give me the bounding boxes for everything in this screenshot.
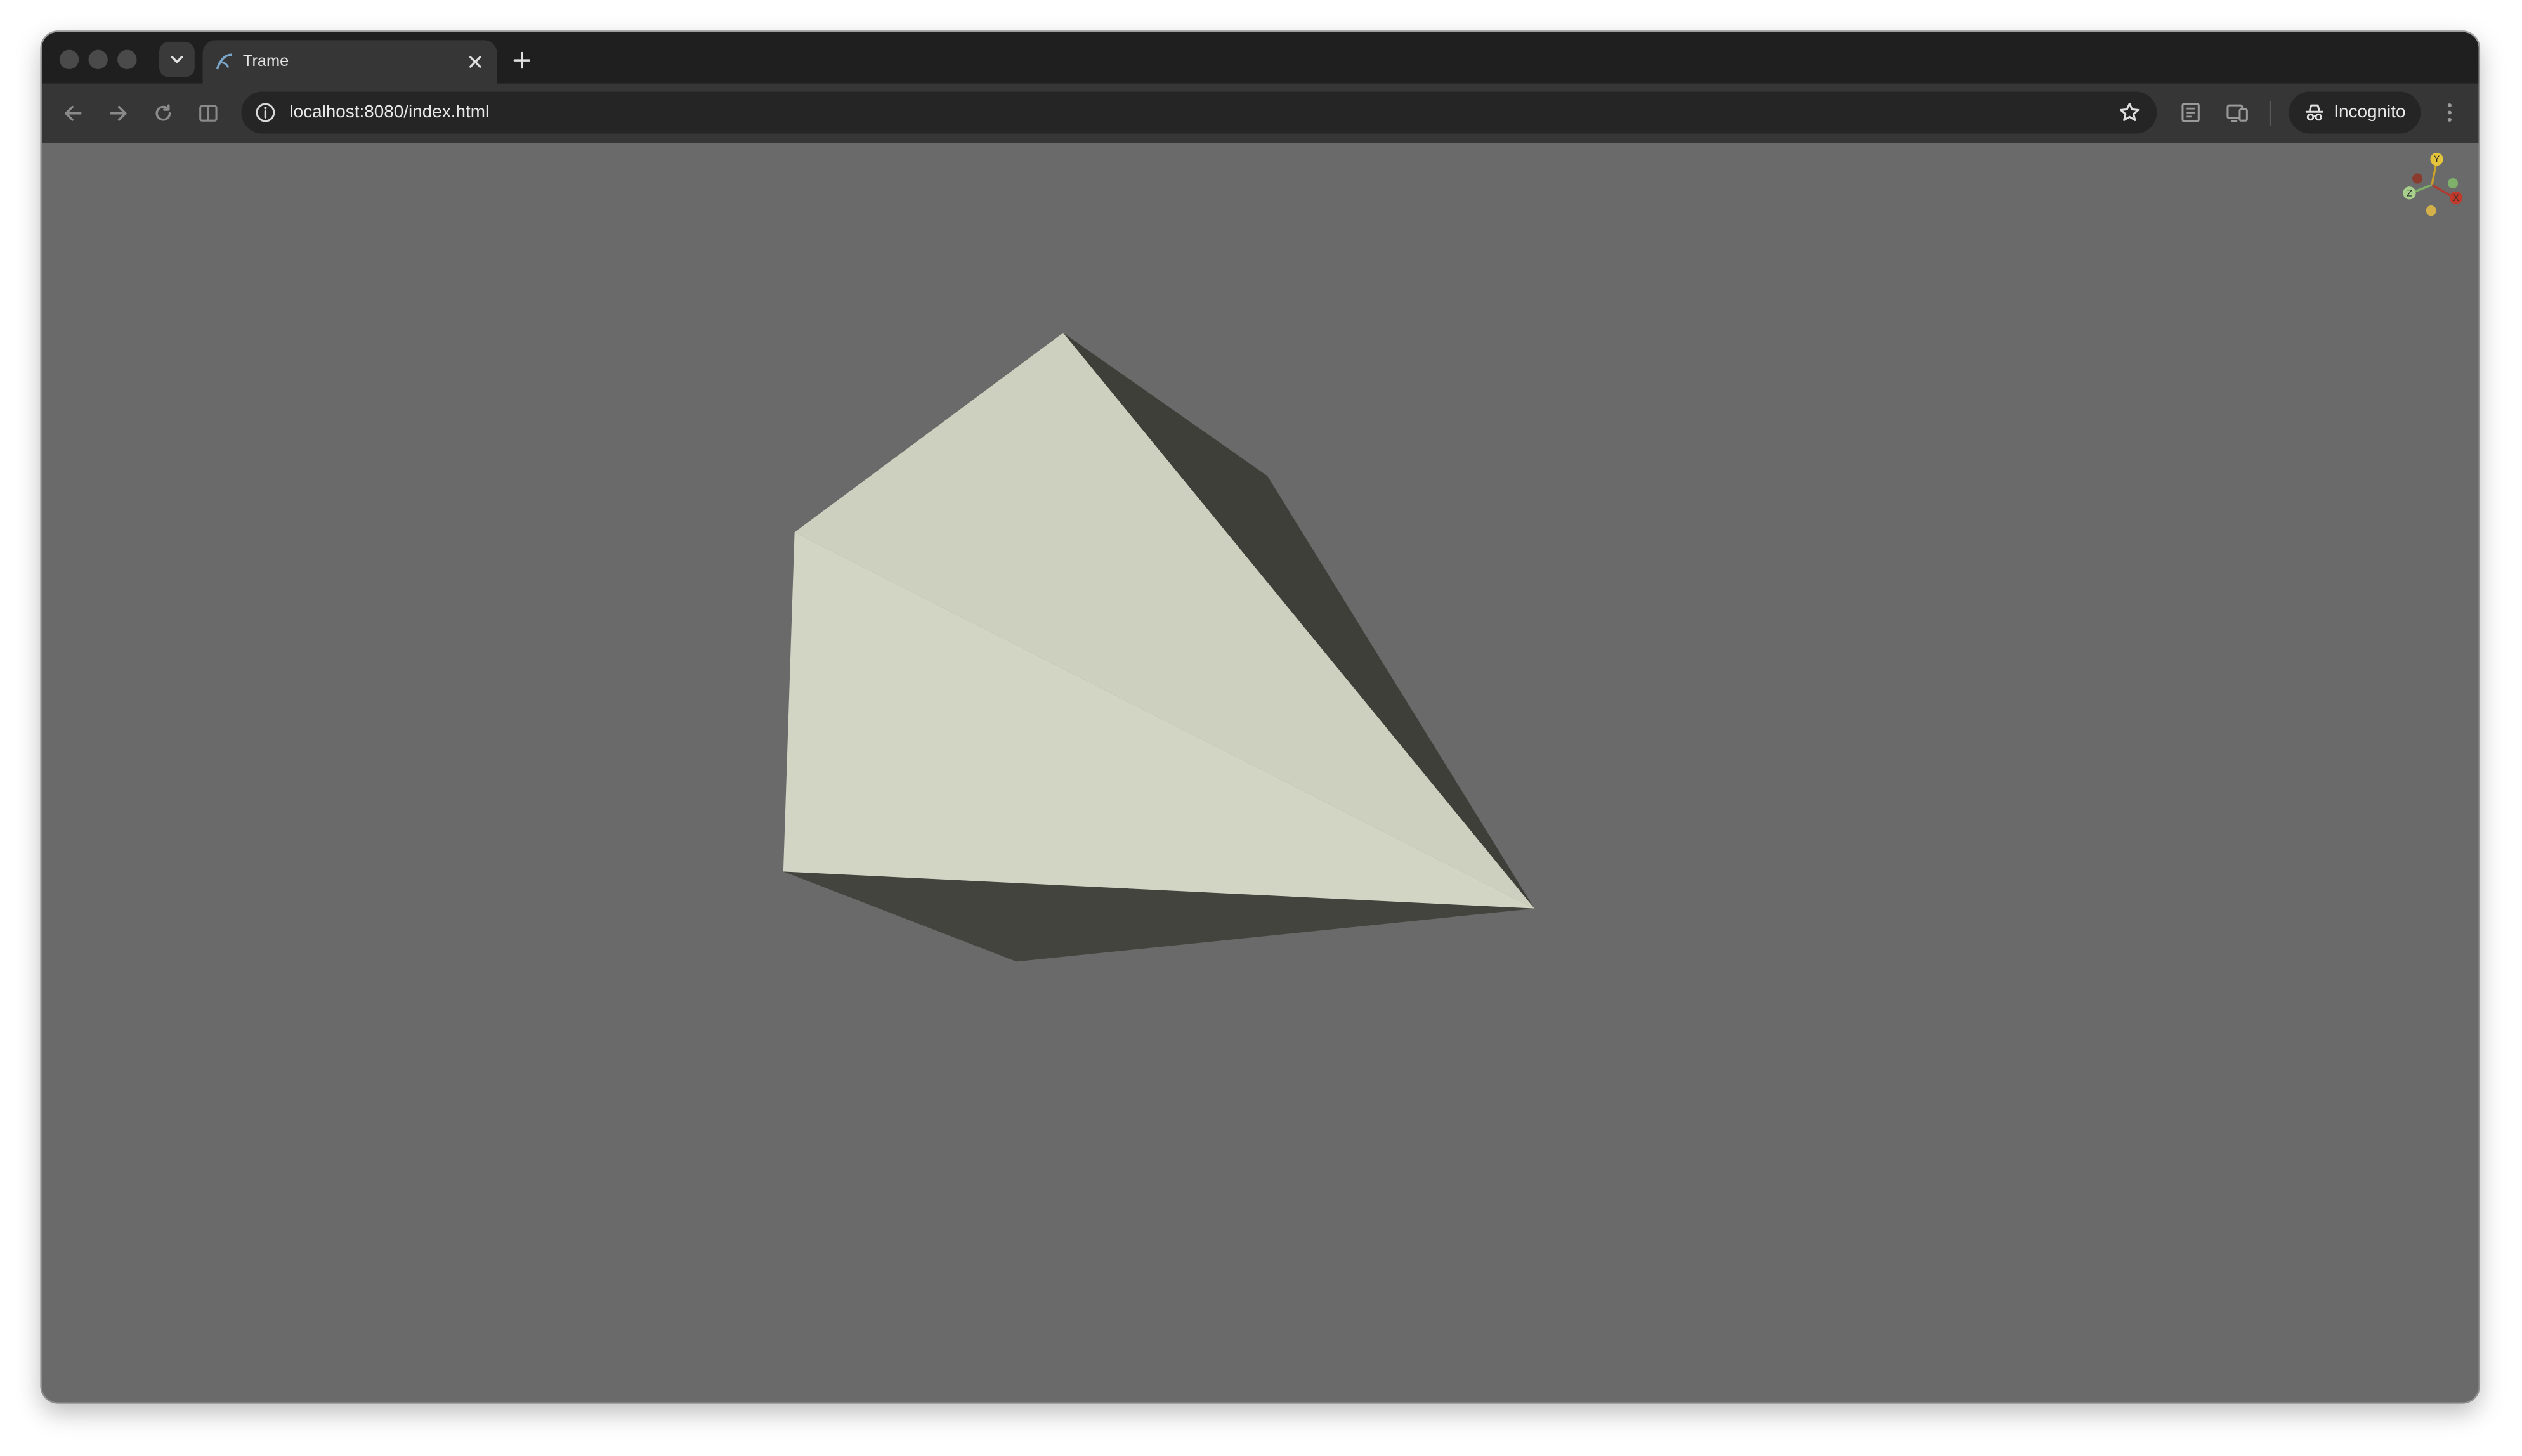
split-view-button[interactable]: [195, 100, 221, 126]
info-icon[interactable]: [254, 101, 277, 124]
trame-favicon-icon: [216, 53, 232, 70]
axis-neg-x-marker: [2412, 173, 2423, 184]
url-text[interactable]: localhost:8080/index.html: [289, 101, 489, 124]
axis-z-label: Z: [2407, 188, 2413, 198]
axis-x-label: X: [2453, 193, 2459, 204]
incognito-label: Incognito: [2334, 103, 2406, 122]
zoom-window-button[interactable]: [117, 49, 137, 70]
device-icon[interactable]: [2225, 100, 2251, 126]
chevron-down-icon: [171, 56, 183, 63]
reload-icon: [155, 103, 171, 120]
tab-title: Trame: [242, 53, 289, 71]
3d-scene[interactable]: [42, 143, 2479, 1402]
split-view-icon: [198, 104, 217, 121]
reading-list-icon[interactable]: [2178, 100, 2204, 126]
reload-button[interactable]: [150, 100, 176, 126]
tab-trame[interactable]: Trame: [202, 40, 497, 84]
axis-neg-y-marker: [2426, 205, 2436, 216]
toolbar-divider: [2269, 101, 2271, 126]
more-menu-icon[interactable]: [2438, 100, 2460, 126]
orientation-axes-widget[interactable]: Y X Z: [2390, 146, 2471, 227]
plus-icon: [513, 51, 530, 68]
close-window-button[interactable]: [59, 49, 79, 70]
window-controls: [59, 49, 137, 70]
forward-button[interactable]: [105, 100, 131, 126]
axis-neg-z-marker: [2447, 178, 2459, 189]
arrow-left-icon: [63, 105, 81, 120]
render-viewport[interactable]: Y X Z: [41, 143, 2479, 1403]
arrow-right-icon: [108, 105, 126, 120]
axis-y-label: Y: [2433, 155, 2440, 165]
browser-window: Trame localhost:8080/index.html Incognit…: [41, 32, 2479, 1403]
close-icon: [469, 56, 481, 68]
back-button[interactable]: [60, 100, 86, 126]
new-tab-button[interactable]: [508, 47, 534, 73]
address-bar[interactable]: localhost:8080/index.html: [241, 91, 2157, 134]
minimize-window-button[interactable]: [88, 49, 108, 70]
bookmark-star-icon[interactable]: [2119, 101, 2141, 124]
incognito-icon: [2305, 104, 2324, 121]
browser-toolbar: localhost:8080/index.html Incognito: [41, 83, 2479, 143]
incognito-profile-button[interactable]: Incognito: [2289, 91, 2421, 134]
tab-close-button[interactable]: [465, 51, 486, 72]
tab-search-button[interactable]: [159, 41, 195, 77]
tab-strip: Trame: [41, 32, 2479, 84]
